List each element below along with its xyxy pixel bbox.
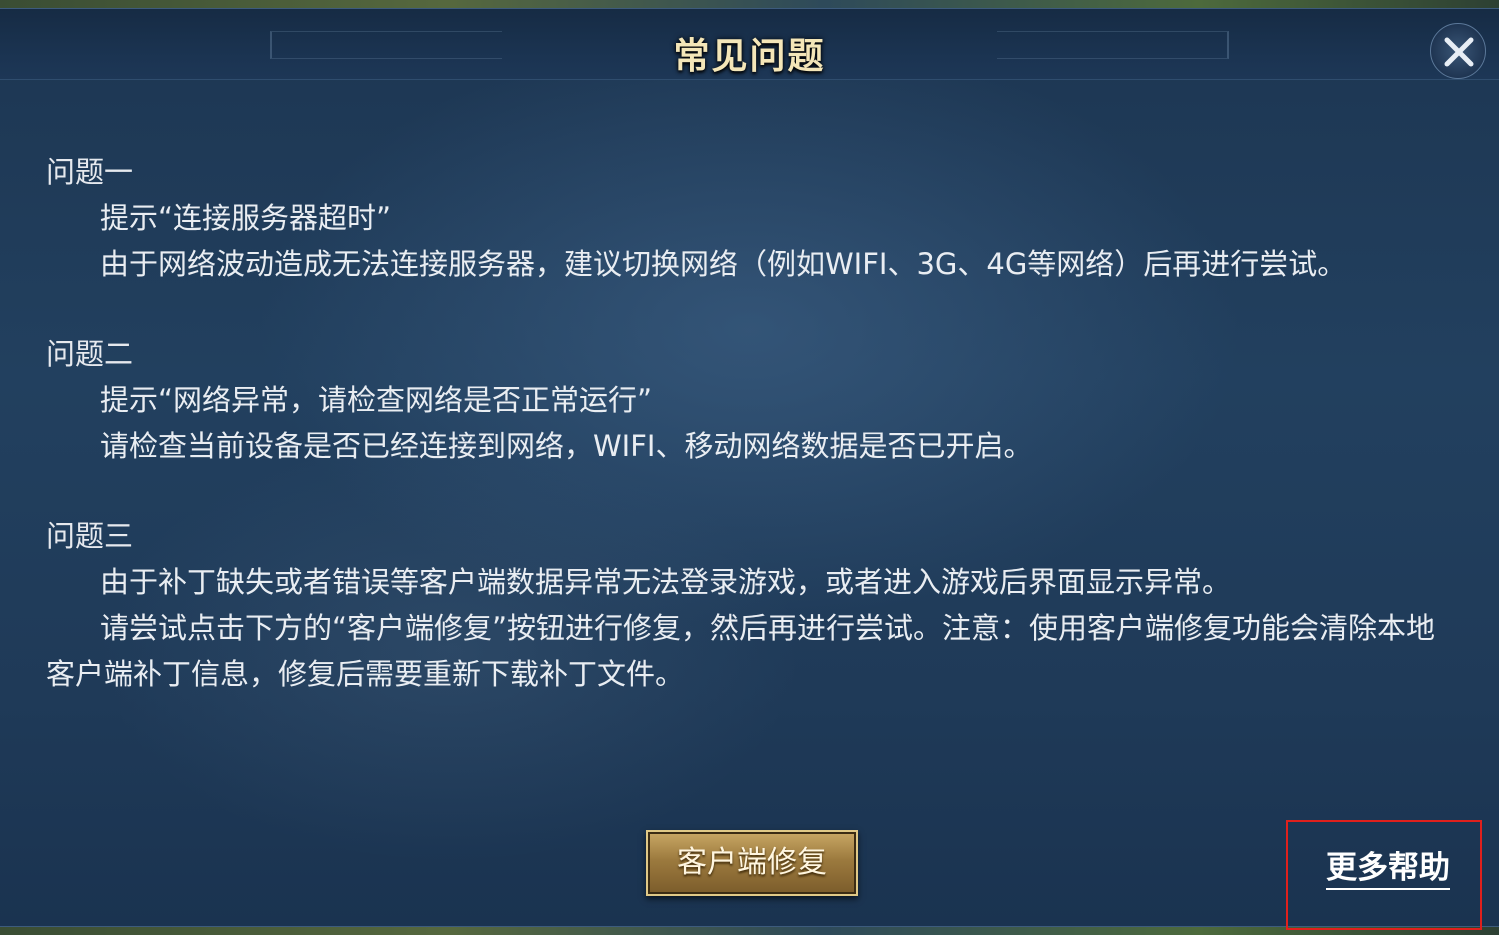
faq-dialog: 常见问题 问题一 提示“连接服务器超时” 由于网络波动造成无法连接服务器，建议切… (0, 8, 1499, 927)
faq-answer-note: 请尝试点击下方的“客户端修复”按钮进行修复，然后再进行尝试。注意：使用客户端修复… (46, 611, 1436, 691)
faq-section-1: 问题一 提示“连接服务器超时” 由于网络波动造成无法连接服务器，建议切换网络（例… (46, 149, 1456, 287)
faq-heading: 问题一 (46, 155, 134, 189)
dialog-title-bar: 常见问题 (0, 9, 1499, 80)
faq-section-3: 问题三 由于补丁缺失或者错误等客户端数据异常无法登录游戏，或者进入游戏后界面显示… (46, 513, 1456, 697)
faq-heading: 问题三 (46, 519, 134, 553)
dialog-title: 常见问题 (673, 35, 826, 77)
faq-heading: 问题二 (46, 337, 134, 371)
more-help-link[interactable]: 更多帮助 (1326, 848, 1450, 890)
close-x-icon (1444, 37, 1474, 67)
client-repair-button[interactable]: 客户端修复 (646, 830, 858, 896)
faq-content: 问题一 提示“连接服务器超时” 由于网络波动造成无法连接服务器，建议切换网络（例… (46, 149, 1456, 741)
faq-answer: 请检查当前设备是否已经连接到网络，WIFI、移动网络数据是否已开启。 (100, 429, 1033, 463)
faq-prompt: 提示“连接服务器超时” (100, 201, 392, 235)
faq-answer: 由于补丁缺失或者错误等客户端数据异常无法登录游戏，或者进入游戏后界面显示异常。 (100, 565, 1232, 599)
close-button[interactable] (1430, 23, 1486, 79)
faq-prompt: 提示“网络异常，请检查网络是否正常运行” (100, 383, 653, 417)
faq-section-2: 问题二 提示“网络异常，请检查网络是否正常运行” 请检查当前设备是否已经连接到网… (46, 331, 1456, 469)
faq-answer: 由于网络波动造成无法连接服务器，建议切换网络（例如WIFI、3G、4G等网络）后… (100, 247, 1347, 281)
